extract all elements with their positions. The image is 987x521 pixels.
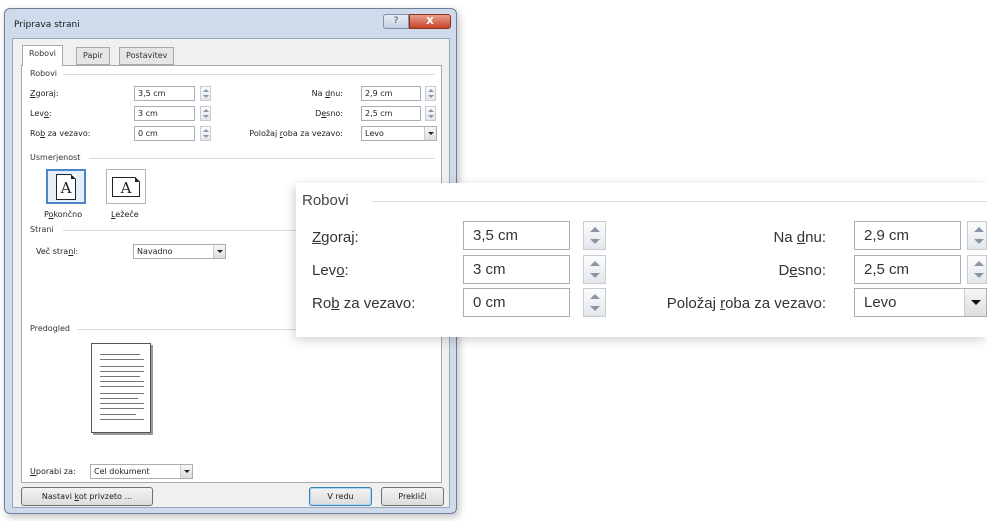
preview-line: [100, 414, 136, 415]
margins-zoom-callout: Robovi Zgoraj: 3,5 cm Levo: 3 cm Rob za …: [296, 183, 987, 337]
zoom-gutter-label: Rob za vezavo:: [312, 295, 416, 312]
gutter-input[interactable]: 0 cm: [134, 126, 195, 141]
apply-to-select[interactable]: Cel dokument: [90, 464, 193, 479]
preview-line: [100, 371, 144, 372]
left-margin-input[interactable]: 3 cm: [134, 106, 195, 121]
zoom-top-margin-label: Zgoraj:: [312, 229, 359, 246]
preview-line: [100, 393, 144, 394]
pages-separator: [63, 230, 298, 231]
apply-to-value: Cel dokument: [94, 467, 150, 476]
preview-group-label: Predogled: [30, 324, 70, 333]
preview-line: [100, 366, 144, 367]
zoom-gutter-input[interactable]: 0 cm: [463, 288, 570, 317]
gutter-position-select[interactable]: Levo: [361, 126, 437, 141]
right-margin-input[interactable]: 2,5 cm: [361, 106, 421, 121]
top-margin-spinner-icon[interactable]: [200, 86, 211, 101]
preview-line: [100, 381, 144, 382]
bottom-margin-spinner-icon[interactable]: [425, 86, 436, 101]
portrait-label: Pokončno: [44, 210, 83, 219]
zoom-right-margin-spinner-icon[interactable]: [967, 255, 987, 284]
zoom-gutter-position-label: Položaj roba za vezavo:: [666, 295, 826, 312]
preview-line: [100, 386, 144, 387]
ok-button[interactable]: V redu: [309, 487, 372, 506]
bottom-margin-input[interactable]: 2,9 cm: [361, 86, 421, 101]
preview-line: [100, 408, 144, 409]
title-bar: Priprava strani ? X: [5, 9, 456, 37]
zoom-gutter-position-select[interactable]: Levo: [854, 288, 987, 317]
help-button[interactable]: ?: [383, 14, 409, 29]
chevron-down-icon[interactable]: [964, 289, 986, 316]
preview-line: [100, 403, 144, 404]
left-margin-spinner-icon[interactable]: [200, 106, 211, 121]
close-button[interactable]: X: [409, 14, 451, 29]
zoom-gutter-position-value: Levo: [864, 294, 897, 311]
preview-line: [100, 376, 140, 377]
zoom-left-margin-spinner-icon[interactable]: [583, 255, 606, 284]
right-margin-spinner-icon[interactable]: [425, 106, 436, 121]
portrait-option[interactable]: A: [46, 169, 86, 204]
multiple-pages-label: Več strani:: [36, 247, 79, 256]
chevron-down-icon[interactable]: [424, 127, 436, 140]
zoom-bottom-margin-label: Na dnu:: [773, 229, 826, 246]
zoom-top-margin-input[interactable]: 3,5 cm: [463, 221, 570, 250]
zoom-left-margin-input[interactable]: 3 cm: [463, 255, 570, 284]
left-margin-label: Levo:: [30, 109, 52, 118]
multiple-pages-value: Navadno: [137, 247, 173, 256]
portrait-page-icon: A: [56, 173, 76, 200]
gutter-position-label: Položaj roba za vezavo:: [249, 129, 343, 138]
zoom-bottom-margin-input[interactable]: 2,9 cm: [854, 221, 961, 250]
preview-line: [100, 354, 140, 355]
gutter-spinner-icon[interactable]: [200, 126, 211, 141]
zoom-left-margin-label: Levo:: [312, 262, 349, 279]
margins-group-label: Robovi: [30, 69, 58, 78]
window-title: Priprava strani: [14, 20, 80, 30]
chevron-down-icon[interactable]: [180, 465, 192, 478]
landscape-label: Ležeče: [111, 210, 139, 219]
apply-to-label: Uporabi za:: [30, 467, 76, 476]
zoom-bottom-margin-spinner-icon[interactable]: [967, 221, 987, 250]
chevron-down-icon[interactable]: [213, 245, 225, 258]
tab-margins[interactable]: Robovi: [22, 45, 64, 66]
preview-line: [100, 398, 138, 399]
zoom-right-margin-input[interactable]: 2,5 cm: [854, 255, 961, 284]
preview-page: [91, 343, 151, 433]
top-margin-label: Zgoraj:: [30, 89, 59, 98]
bottom-margin-label: Na dnu:: [311, 89, 343, 98]
zoom-top-margin-spinner-icon[interactable]: [583, 221, 606, 250]
zoom-margins-group-label: Robovi: [302, 192, 349, 209]
preview-line: [100, 419, 144, 420]
orientation-separator: [89, 158, 435, 159]
margins-separator: [63, 74, 435, 75]
zoom-gutter-spinner-icon[interactable]: [583, 288, 606, 317]
right-margin-label: Desno:: [315, 109, 343, 118]
landscape-page-icon: A: [112, 176, 140, 197]
orientation-group-label: Usmerjenost: [30, 153, 81, 162]
top-margin-input[interactable]: 3,5 cm: [134, 86, 195, 101]
zoom-margins-separator: [372, 201, 987, 202]
tab-paper[interactable]: Papir: [76, 47, 110, 65]
set-as-default-button[interactable]: Nastavi kot privzeto ...: [21, 487, 153, 506]
pages-group-label: Strani: [30, 225, 54, 234]
tab-layout[interactable]: Postavitev: [119, 47, 175, 65]
multiple-pages-select[interactable]: Navadno: [133, 244, 226, 259]
zoom-right-margin-label: Desno:: [778, 262, 826, 279]
preview-line: [100, 359, 144, 360]
gutter-position-value: Levo: [365, 129, 384, 138]
cancel-button[interactable]: Prekliči: [381, 487, 444, 506]
gutter-label: Rob za vezavo:: [30, 129, 91, 138]
landscape-option[interactable]: A: [106, 169, 146, 204]
